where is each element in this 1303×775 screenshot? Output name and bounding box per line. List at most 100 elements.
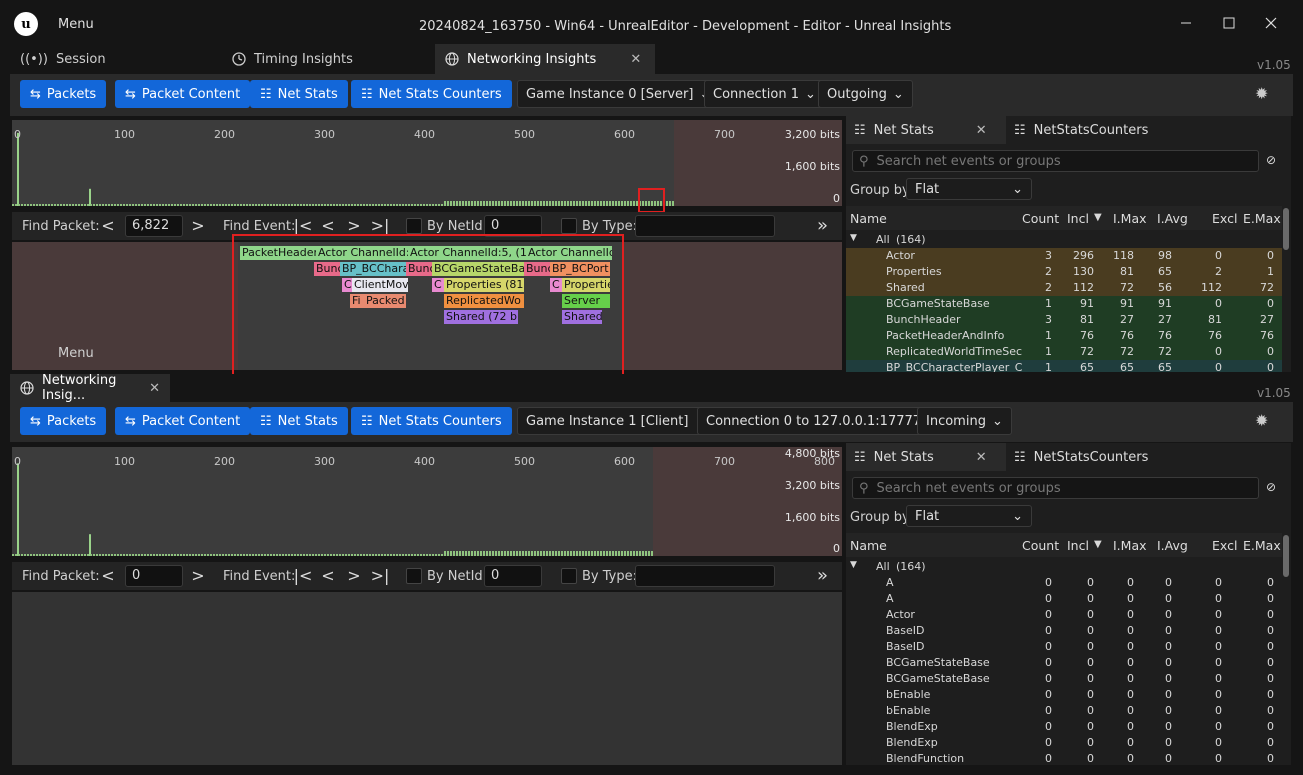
packet-bar[interactable] xyxy=(360,204,362,206)
packet-bar[interactable] xyxy=(117,554,119,556)
packet-bar[interactable] xyxy=(477,201,479,206)
packet-bar[interactable] xyxy=(393,204,395,206)
packet-bar[interactable] xyxy=(330,554,332,556)
packet-bar[interactable] xyxy=(420,554,422,556)
packet-bar[interactable] xyxy=(432,554,434,556)
packet-bar[interactable] xyxy=(618,551,620,556)
packet-bar[interactable] xyxy=(27,554,29,556)
first-event-icon[interactable]: |< xyxy=(292,566,314,585)
find-packet-input[interactable]: 6,822 xyxy=(125,215,183,237)
packet-bar[interactable] xyxy=(84,554,86,556)
packet-bar[interactable] xyxy=(42,554,44,556)
packet-bar[interactable] xyxy=(429,554,431,556)
packet-bar[interactable] xyxy=(249,554,251,556)
packet-bar[interactable] xyxy=(201,554,203,556)
packet-bar[interactable] xyxy=(378,204,380,206)
next-packet-icon[interactable]: > xyxy=(187,216,209,235)
packet-bar[interactable] xyxy=(606,551,608,556)
packet-bar[interactable] xyxy=(393,554,395,556)
packet-bar[interactable] xyxy=(234,204,236,206)
packet-bar[interactable] xyxy=(558,551,560,556)
expand-icon[interactable]: » xyxy=(817,565,828,586)
packet-bar[interactable] xyxy=(396,204,398,206)
packet-bar[interactable] xyxy=(159,554,161,556)
packet-bar[interactable] xyxy=(555,551,557,556)
packet-content-view-2[interactable] xyxy=(12,592,842,765)
packet-bar[interactable] xyxy=(111,554,113,556)
packet-bar[interactable] xyxy=(21,204,23,206)
packet-bar[interactable] xyxy=(60,554,62,556)
packet-bar[interactable] xyxy=(96,204,98,206)
packet-bar[interactable] xyxy=(81,554,83,556)
by-type-checkbox[interactable] xyxy=(561,218,577,234)
packet-bar[interactable] xyxy=(579,201,581,206)
packet-bar[interactable] xyxy=(456,201,458,206)
packet-bar[interactable] xyxy=(387,204,389,206)
packet-bar[interactable] xyxy=(288,554,290,556)
packet-bar[interactable] xyxy=(36,204,38,206)
packet-bar[interactable] xyxy=(615,201,617,206)
packet-bar[interactable] xyxy=(639,551,641,556)
packet-bar[interactable] xyxy=(141,554,143,556)
packet-bar[interactable] xyxy=(150,204,152,206)
packet-bar[interactable] xyxy=(204,554,206,556)
packet-bar[interactable] xyxy=(291,554,293,556)
find-packet-input[interactable]: 0 xyxy=(125,565,183,587)
packet-bar[interactable] xyxy=(57,554,59,556)
packets-graph-2[interactable]: 0 100 200 300 400 500 600 700 800 4,800 bits 3,2… xyxy=(12,447,842,556)
packet-bar[interactable] xyxy=(186,554,188,556)
packet-bar[interactable] xyxy=(540,201,542,206)
packet-bar[interactable] xyxy=(219,554,221,556)
packet-bar[interactable] xyxy=(252,204,254,206)
packet-bar[interactable] xyxy=(228,554,230,556)
packet-bar[interactable] xyxy=(288,204,290,206)
packet-bar[interactable] xyxy=(522,201,524,206)
filter-off-icon[interactable]: ⊘ xyxy=(1266,480,1276,494)
packet-bar[interactable] xyxy=(147,554,149,556)
packet-bar[interactable] xyxy=(246,554,248,556)
prev-event-icon[interactable]: < xyxy=(317,566,339,585)
packet-bar[interactable] xyxy=(300,204,302,206)
packet-bar[interactable] xyxy=(87,204,89,206)
packet-bar[interactable] xyxy=(354,554,356,556)
packet-bar[interactable] xyxy=(81,204,83,206)
packet-bar[interactable] xyxy=(258,204,260,206)
packet-bar[interactable] xyxy=(510,551,512,556)
packet-bar[interactable] xyxy=(39,554,41,556)
packet-bar[interactable] xyxy=(108,554,110,556)
scrollbar-thumb[interactable] xyxy=(1283,208,1289,250)
packet-bar[interactable] xyxy=(666,201,668,206)
packet-bar[interactable] xyxy=(630,551,632,556)
packet-bar[interactable] xyxy=(366,204,368,206)
packet-bar[interactable] xyxy=(357,204,359,206)
tab-networking-insights-2[interactable]: Networking Insig... ✕ xyxy=(10,373,170,403)
packet-bar[interactable] xyxy=(303,554,305,556)
packet-bar[interactable] xyxy=(153,204,155,206)
bug-icon[interactable]: ✹ xyxy=(1255,411,1268,430)
packet-bar[interactable] xyxy=(54,554,56,556)
packet-bar[interactable] xyxy=(17,132,19,206)
table-row[interactable]: bEnable 0 0 0 0 0 0 xyxy=(846,687,1282,703)
packet-bar[interactable] xyxy=(453,551,455,556)
packet-bar[interactable] xyxy=(465,201,467,206)
packet-bar[interactable] xyxy=(210,554,212,556)
packet-bar[interactable] xyxy=(303,204,305,206)
tab-net-stats-counters[interactable]: ☷ NetStatsCounters xyxy=(1006,443,1156,471)
packet-bar[interactable] xyxy=(594,551,596,556)
packet-bar[interactable] xyxy=(87,554,89,556)
packet-bar[interactable] xyxy=(48,204,50,206)
packet-bar[interactable] xyxy=(606,201,608,206)
packet-bar[interactable] xyxy=(300,554,302,556)
packet-bar[interactable] xyxy=(99,554,101,556)
packet-bar[interactable] xyxy=(429,204,431,206)
packet-bar[interactable] xyxy=(216,554,218,556)
packet-bar[interactable] xyxy=(513,551,515,556)
packet-bar[interactable] xyxy=(408,554,410,556)
column-imax[interactable]: I.Max xyxy=(1113,211,1147,226)
packet-bar[interactable] xyxy=(90,554,92,556)
packet-bar[interactable] xyxy=(150,554,152,556)
packet-bar[interactable] xyxy=(360,554,362,556)
packet-bar[interactable] xyxy=(486,551,488,556)
packet-bar[interactable] xyxy=(528,201,530,206)
packet-bar[interactable] xyxy=(261,204,263,206)
